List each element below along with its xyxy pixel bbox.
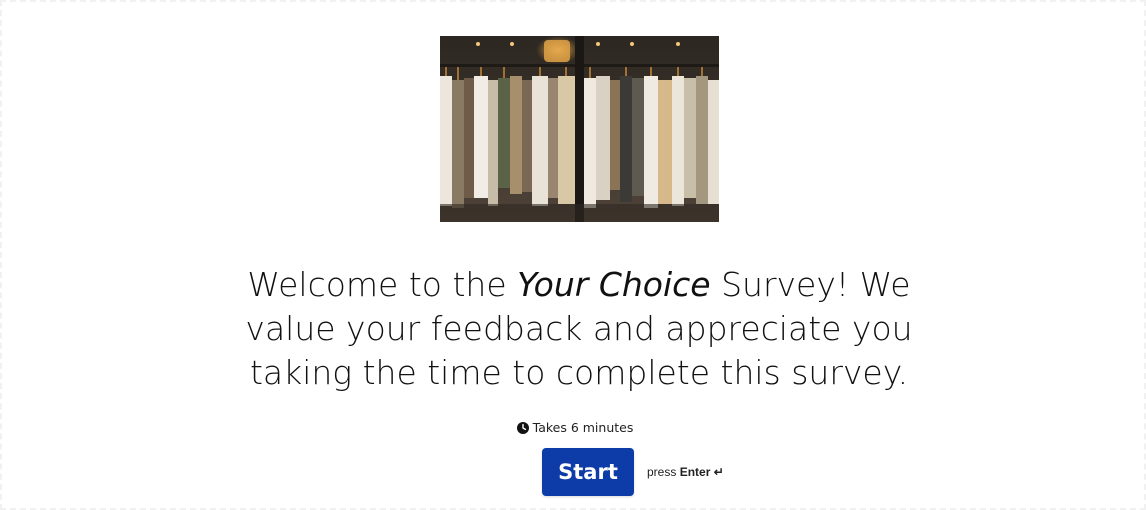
enter-key-label: Enter bbox=[679, 465, 711, 479]
clothing-rack-image bbox=[440, 36, 719, 222]
welcome-prefix: Welcome to the bbox=[247, 265, 518, 304]
duration-info: Takes 6 minutes bbox=[475, 419, 675, 437]
welcome-message: Welcome to the Your Choice Survey! We va… bbox=[225, 263, 933, 395]
hint-prefix: press bbox=[647, 465, 680, 479]
enter-key-icon: ↵ bbox=[713, 465, 724, 479]
keyboard-hint: press Enter ↵ bbox=[647, 465, 724, 479]
duration-text: Takes 6 minutes bbox=[532, 420, 634, 435]
survey-name: Your Choice bbox=[517, 265, 711, 304]
start-button[interactable]: Start bbox=[542, 448, 634, 496]
survey-welcome-screen: Welcome to the Your Choice Survey! We va… bbox=[0, 0, 1146, 510]
clock-icon bbox=[516, 422, 529, 434]
